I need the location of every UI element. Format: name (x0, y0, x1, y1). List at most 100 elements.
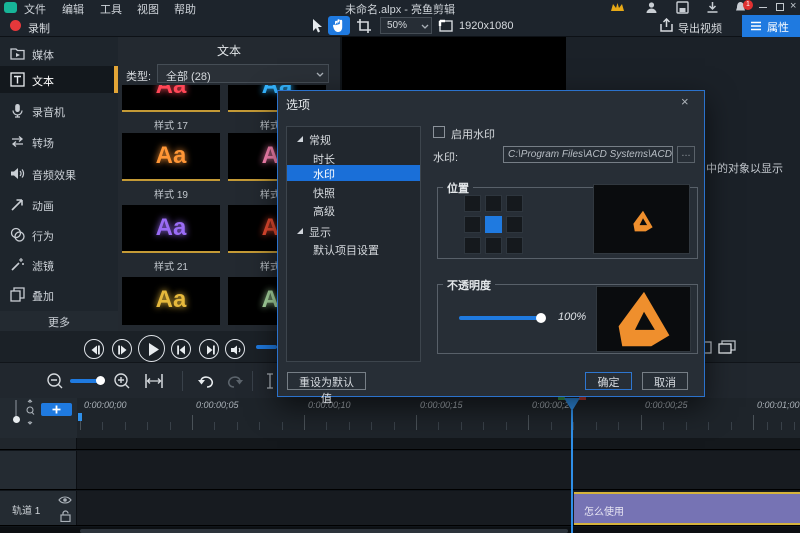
text-icon (10, 72, 25, 87)
text-style-thumb[interactable]: Aa (122, 133, 220, 181)
track-height-slider-thumb[interactable] (13, 416, 20, 423)
sidebar-item-filters[interactable]: 滤镜 (0, 251, 118, 278)
toolbar-divider (182, 371, 183, 391)
ruler-tick-minor (282, 422, 283, 430)
ok-button[interactable]: 确定 (585, 372, 632, 390)
redo-icon[interactable] (225, 373, 244, 389)
position-cell-bottom-right[interactable] (506, 237, 523, 254)
maximize-button[interactable] (776, 3, 784, 11)
zoom-level-select[interactable]: 50% (380, 17, 432, 34)
go-to-end-button[interactable] (199, 339, 219, 359)
position-cell-middle-left[interactable] (464, 216, 481, 233)
zoom-level-value: 50% (387, 20, 407, 31)
play-button[interactable] (138, 335, 165, 362)
reset-defaults-button[interactable]: 重设为默认值 (287, 372, 366, 390)
timeline-zoom-slider-thumb[interactable] (96, 376, 105, 385)
properties-button[interactable]: 属性 (742, 15, 800, 37)
opacity-slider-thumb[interactable] (536, 313, 546, 323)
horizontal-scrollbar[interactable] (80, 529, 568, 533)
tree-item-snapshot[interactable]: 快照 (287, 184, 420, 200)
sidebar-item-overlay[interactable]: 叠加 (0, 281, 118, 308)
tree-group-general[interactable]: 常规 (287, 131, 420, 147)
text-style-thumb[interactable]: Aa (122, 205, 220, 253)
empty-track-row[interactable] (0, 451, 800, 490)
sidebar-item-media[interactable]: 媒体 (0, 40, 118, 67)
tree-group-display[interactable]: 显示 (287, 223, 420, 239)
record-label[interactable]: 录制 (28, 20, 50, 36)
sidebar-item-transitions[interactable]: 转场 (0, 128, 118, 155)
sidebar-item-text[interactable]: 文本 (0, 66, 118, 93)
track-visibility-eye-icon[interactable] (58, 495, 72, 505)
watermark-path-input[interactable]: C:\Program Files\ACD Systems\ACDSee Lux (503, 146, 673, 163)
export-icon[interactable] (659, 18, 674, 33)
account-icon[interactable] (645, 1, 658, 14)
picture-in-picture-icon[interactable] (718, 340, 736, 355)
track-zoom-control-icon[interactable] (25, 399, 35, 425)
position-cell-bottom-center[interactable] (485, 237, 502, 254)
sidebar-item-label: 文本 (32, 73, 54, 89)
zoom-out-icon[interactable] (46, 372, 64, 390)
split-tool-icon[interactable] (264, 373, 276, 389)
premium-crown-icon[interactable] (610, 1, 625, 13)
position-cell-center-selected[interactable] (485, 216, 502, 233)
cancel-button[interactable]: 取消 (642, 372, 688, 390)
text-style-thumb[interactable]: Aa (122, 277, 220, 325)
record-icon[interactable] (10, 20, 21, 31)
crop-tool-icon[interactable] (356, 18, 372, 34)
style-sample: Aa (156, 286, 187, 313)
position-cell-bottom-left[interactable] (464, 237, 481, 254)
style-sample: Aa (156, 214, 187, 241)
sidebar-item-behavior[interactable]: 行为 (0, 221, 118, 248)
tree-item-duration[interactable]: 时长 (287, 150, 420, 166)
next-frame-button[interactable] (112, 339, 132, 359)
tree-item-advanced[interactable]: 高级 (287, 202, 420, 218)
track-lock-icon[interactable] (60, 510, 71, 522)
volume-button[interactable] (225, 339, 245, 359)
close-window-button[interactable]: × (790, 0, 796, 12)
text-style-thumb[interactable]: Aa (122, 85, 220, 112)
zoom-in-icon[interactable] (113, 372, 131, 390)
sidebar-item-label: 动画 (32, 198, 54, 214)
animation-arrow-icon (10, 197, 25, 212)
type-filter-select[interactable]: 全部 (28) (157, 64, 329, 83)
export-video-button[interactable]: 导出视频 (678, 20, 722, 36)
fit-timeline-icon[interactable] (144, 373, 164, 389)
browse-button[interactable]: ... (677, 146, 695, 163)
position-cell-top-center[interactable] (485, 195, 502, 212)
tree-label: 常规 (309, 132, 331, 148)
ruler-tick-major (753, 415, 754, 430)
add-track-button[interactable] (41, 403, 72, 416)
track-height-slider-track[interactable] (15, 400, 17, 417)
ruler-tick-major (528, 415, 529, 430)
select-tool-icon[interactable] (310, 18, 325, 34)
save-icon[interactable] (676, 1, 689, 14)
download-icon[interactable] (706, 1, 719, 14)
timeline-ruler[interactable]: 0:00:00;000:00:00;050:00:00;100:00:00;15… (0, 398, 800, 438)
position-cell-top-left[interactable] (464, 195, 481, 212)
opacity-slider-track[interactable] (459, 316, 542, 320)
dialog-close-icon[interactable]: × (681, 94, 689, 109)
watermark-path-label: 水印: (433, 149, 458, 165)
gap-row-header (0, 438, 77, 449)
position-cell-top-right[interactable] (506, 195, 523, 212)
timeline-clip[interactable]: 怎么使用 (574, 492, 800, 525)
sidebar-item-recorder[interactable]: 录音机 (0, 97, 118, 124)
tree-item-default-project-settings[interactable]: 默认项目设置 (287, 241, 420, 257)
minimize-button[interactable] (759, 7, 767, 8)
hand-tool-icon (332, 18, 346, 33)
go-to-start-button[interactable] (171, 339, 191, 359)
volume-slider[interactable] (256, 345, 277, 349)
undo-icon[interactable] (197, 373, 216, 389)
prev-frame-button[interactable] (84, 339, 104, 359)
hand-tool-button[interactable] (328, 16, 350, 35)
sidebar-item-audio-effects[interactable]: 音频效果 (0, 160, 118, 187)
sidebar-more-button[interactable]: 更多 (0, 311, 118, 331)
track-row-1[interactable]: 轨道 1 怎么使用 (0, 491, 800, 526)
sidebar-item-animation[interactable]: 动画 (0, 191, 118, 218)
enable-watermark-checkbox[interactable] (433, 126, 445, 138)
position-cell-middle-right[interactable] (506, 216, 523, 233)
ruler-tick-minor (438, 422, 439, 430)
ruler-tick-major (192, 415, 193, 430)
canvas-size-icon[interactable] (438, 18, 454, 33)
tree-item-watermark[interactable]: 水印 (287, 165, 420, 181)
